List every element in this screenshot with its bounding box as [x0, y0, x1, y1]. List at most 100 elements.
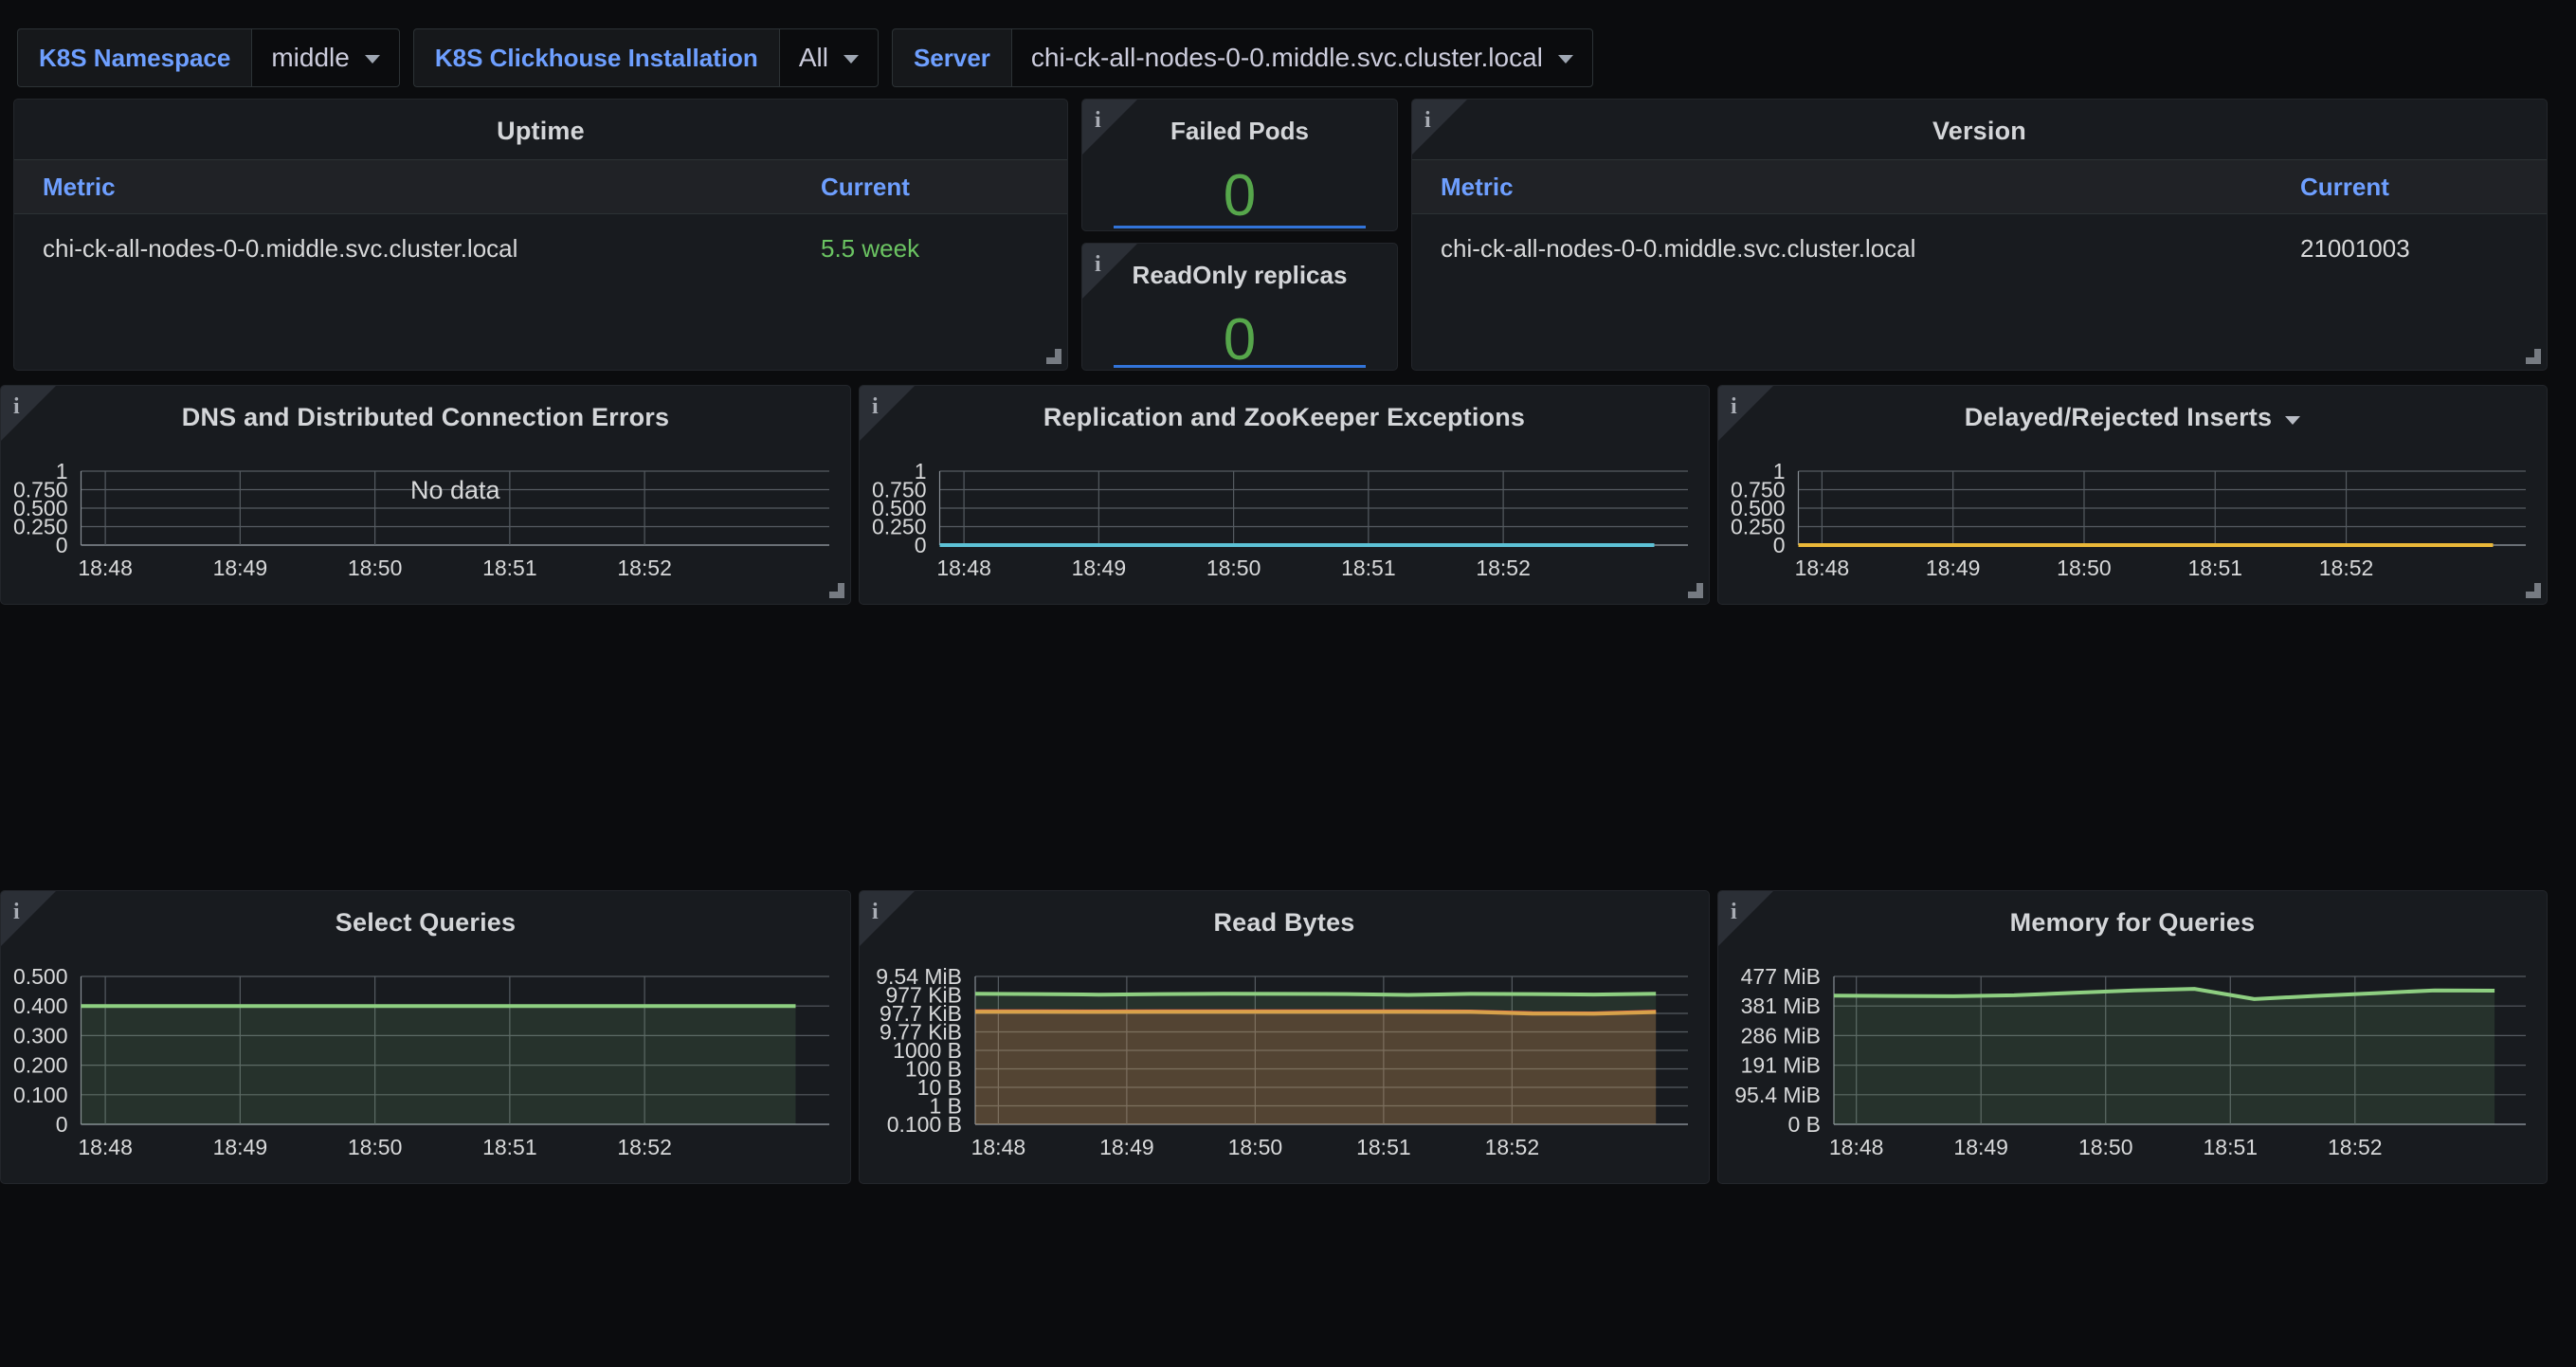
variable-label-k8s-clickhouse-installation: K8S Clickhouse Installation [412, 28, 779, 87]
svg-text:18:52: 18:52 [617, 556, 672, 580]
panel-failed-pods: i Failed Pods 0 [1081, 99, 1398, 231]
sparkline [1114, 365, 1366, 368]
variable-value-server: chi-ck-all-nodes-0-0.middle.svc.cluster.… [1030, 43, 1543, 72]
panel-title-text: Delayed/Rejected Inserts [1964, 403, 2273, 431]
svg-text:381 MiB: 381 MiB [1741, 993, 1821, 1018]
variable-value-k8s-clickhouse-installation: All [798, 43, 828, 72]
svg-text:1: 1 [915, 459, 927, 483]
variable-value-k8s-namespace: middle [271, 43, 350, 72]
variable-select-k8s-clickhouse-installation[interactable]: All [778, 28, 879, 87]
info-icon[interactable]: i [1718, 891, 1779, 952]
panel-title-read-bytes: Read Bytes [1213, 908, 1355, 937]
svg-text:18:51: 18:51 [1356, 1135, 1411, 1159]
panel-title-replication-zk: Replication and ZooKeeper Exceptions [1043, 403, 1526, 431]
svg-text:18:50: 18:50 [1228, 1135, 1283, 1159]
chart-replication-zk-exceptions[interactable]: 00.2500.5000.750118:48 18:49 18:50 18:51 18:… [860, 445, 1709, 604]
info-icon[interactable]: i [1, 386, 62, 447]
panel-title-dns-errors: DNS and Distributed Connection Errors [181, 403, 670, 431]
svg-text:18:49: 18:49 [1926, 556, 1981, 580]
svg-text:0.500: 0.500 [13, 964, 68, 989]
svg-text:18:49: 18:49 [1099, 1135, 1154, 1159]
info-icon[interactable]: i [860, 891, 920, 952]
panel-resize-handle[interactable] [1046, 349, 1061, 364]
svg-text:18:51: 18:51 [482, 1135, 537, 1159]
column-header-metric[interactable]: Metric [43, 173, 821, 202]
chart-select-queries[interactable]: 0 0.100 0.200 0.300 0.400 0.500 18:48 18:49 18:5… [1, 950, 850, 1183]
svg-text:18:49: 18:49 [1953, 1135, 2008, 1159]
cell-current: 5.5 week [821, 233, 920, 263]
svg-text:18:48: 18:48 [1829, 1135, 1884, 1159]
panel-title-delayed-rejected-inserts: Delayed/Rejected Inserts [1718, 386, 2547, 432]
svg-text:18:48: 18:48 [78, 1135, 133, 1159]
svg-text:191 MiB: 191 MiB [1741, 1053, 1821, 1078]
svg-text:18:51: 18:51 [2203, 1135, 2258, 1159]
svg-text:95.4 MiB: 95.4 MiB [1734, 1083, 1821, 1107]
panel-dns-and-distributed-connection-errors: i DNS and Distributed Connection Errors … [0, 385, 851, 605]
table-row: chi-ck-all-nodes-0-0.middle.svc.cluster.… [14, 214, 1067, 283]
svg-text:18:50: 18:50 [348, 1135, 403, 1159]
column-header-current[interactable]: Current [821, 173, 1039, 202]
dashboard-variables-bar: K8S Namespace middle K8S Clickhouse Inst… [0, 0, 2576, 99]
chart-delayed-rejected-inserts[interactable]: 00.2500.5000.750118:48 18:49 18:50 18:51 18:… [1718, 445, 2547, 604]
svg-text:18:51: 18:51 [2187, 556, 2242, 580]
svg-text:0 B: 0 B [1787, 1112, 1821, 1137]
chevron-down-icon [1557, 55, 1573, 64]
panel-resize-handle[interactable] [2526, 349, 2541, 364]
table-header-version: Metric Current [1412, 159, 2547, 214]
info-icon[interactable]: i [1082, 244, 1143, 304]
svg-text:1: 1 [56, 459, 68, 483]
variable-select-k8s-namespace[interactable]: middle [251, 28, 400, 87]
column-header-current[interactable]: Current [2300, 173, 2518, 202]
chevron-down-icon [364, 55, 380, 64]
panel-uptime: Uptime Metric Current chi-ck-all-nodes-0… [13, 99, 1068, 371]
info-icon[interactable]: i [1, 891, 62, 952]
panel-replication-and-zookeeper-exceptions: i Replication and ZooKeeper Exceptions 0… [859, 385, 1710, 605]
svg-text:0.300: 0.300 [13, 1023, 68, 1048]
svg-text:18:48: 18:48 [1795, 556, 1850, 580]
svg-text:9.54 MiB: 9.54 MiB [876, 964, 962, 989]
panel-read-bytes: i Read Bytes 0.100 B1 B 10 B 100 B 1000 B 9.… [859, 890, 1710, 1184]
svg-text:18:52: 18:52 [2319, 556, 2374, 580]
panel-resize-handle[interactable] [1688, 583, 1703, 598]
svg-text:18:49: 18:49 [213, 1135, 268, 1159]
svg-text:0.100: 0.100 [13, 1083, 68, 1107]
svg-text:18:48: 18:48 [78, 556, 133, 580]
panel-delayed-rejected-inserts: i Delayed/Rejected Inserts 0 0.250 0.500 0.… [1717, 385, 2548, 605]
svg-text:18:48: 18:48 [971, 1135, 1026, 1159]
chevron-down-icon[interactable] [2285, 415, 2301, 425]
panel-title-uptime: Uptime [497, 117, 585, 145]
svg-text:18:52: 18:52 [2328, 1135, 2383, 1159]
info-icon[interactable]: i [1082, 100, 1143, 160]
chart-dns-errors[interactable]: 00.2500.5000.750118:48 18:49 18:50 18:51 18:… [1, 445, 850, 604]
info-icon[interactable]: i [860, 386, 920, 447]
column-header-metric[interactable]: Metric [1441, 173, 2300, 202]
svg-text:477 MiB: 477 MiB [1741, 964, 1821, 989]
svg-text:18:52: 18:52 [617, 1135, 672, 1159]
panel-version: i Version Metric Current chi-ck-all-node… [1411, 99, 2548, 371]
chart-read-bytes[interactable]: 0.100 B1 B10 B100 B1000 B9.77 KiB97.7 Ki… [860, 950, 1709, 1183]
table-row: chi-ck-all-nodes-0-0.middle.svc.cluster.… [1412, 214, 2547, 283]
panel-readonly-replicas: i ReadOnly replicas 0 [1081, 243, 1398, 371]
info-icon[interactable]: i [1718, 386, 1779, 447]
svg-text:0.400: 0.400 [13, 993, 68, 1018]
svg-text:18:50: 18:50 [2057, 556, 2112, 580]
variable-server: Server chi-ck-all-nodes-0-0.middle.svc.c… [891, 28, 1593, 87]
chevron-down-icon [843, 55, 859, 64]
svg-text:0: 0 [56, 1112, 68, 1137]
svg-text:18:52: 18:52 [1476, 556, 1531, 580]
panel-resize-handle[interactable] [829, 583, 844, 598]
svg-text:286 MiB: 286 MiB [1741, 1023, 1821, 1048]
cell-metric: chi-ck-all-nodes-0-0.middle.svc.cluster.… [43, 233, 518, 263]
svg-text:18:51: 18:51 [482, 556, 537, 580]
panel-resize-handle[interactable] [2526, 583, 2541, 598]
variable-k8s-namespace: K8S Namespace middle [17, 28, 400, 87]
svg-text:18:50: 18:50 [2078, 1135, 2133, 1159]
chart-memory-for-queries[interactable]: 0 B 95.4 MiB 191 MiB 286 MiB 381 MiB 477 MiB 1… [1718, 950, 2547, 1183]
table-header-uptime: Metric Current [14, 159, 1067, 214]
info-icon[interactable]: i [1412, 100, 1473, 160]
svg-text:18:50: 18:50 [1206, 556, 1261, 580]
svg-text:18:51: 18:51 [1341, 556, 1396, 580]
variable-label-k8s-namespace: K8S Namespace [17, 28, 252, 87]
svg-text:No data: No data [410, 476, 501, 504]
variable-select-server[interactable]: chi-ck-all-nodes-0-0.middle.svc.cluster.… [1010, 28, 1593, 87]
